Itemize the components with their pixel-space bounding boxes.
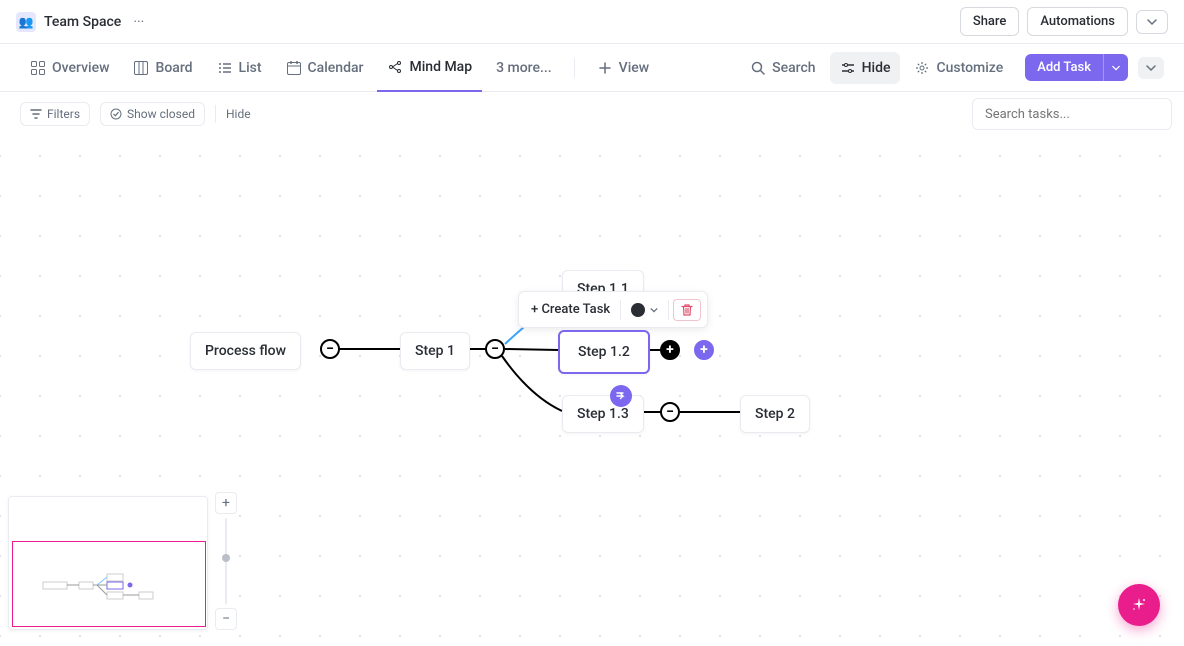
collapse-root[interactable]: − [320, 339, 340, 359]
mindmap-canvas[interactable]: Process flow − Step 1 − Step 1.1 + Creat… [0, 136, 1184, 646]
search-icon [750, 60, 766, 76]
tab-mindmap[interactable]: Mind Map [377, 44, 482, 92]
filters-button[interactable]: Filters [20, 102, 90, 126]
space-name[interactable]: Team Space [44, 14, 121, 30]
tab-list[interactable]: List [207, 44, 272, 92]
node-step12[interactable]: Step 1.2 [558, 330, 650, 374]
node-step2[interactable]: Step 2 [740, 395, 810, 433]
customize-label: Customize [936, 60, 1003, 76]
node-step12-label: Step 1.2 [578, 344, 630, 360]
zoom-out-button[interactable]: − [215, 608, 237, 630]
hide-filter-button[interactable]: Hide [226, 107, 251, 121]
tab-more-label: 3 more... [496, 60, 552, 76]
divider [215, 105, 216, 123]
show-closed-button[interactable]: Show closed [100, 102, 205, 126]
collapse-step13[interactable]: − [660, 402, 680, 422]
node-step1-label: Step 1 [415, 343, 455, 359]
search-tasks-input[interactable] [972, 98, 1172, 130]
space-more-menu[interactable]: ··· [133, 14, 144, 30]
node-root[interactable]: Process flow [190, 332, 301, 370]
tab-view-label: View [619, 60, 650, 76]
hide-button[interactable]: Hide [830, 52, 901, 84]
search-button[interactable]: Search [740, 52, 825, 84]
node-context-toolbar: + Create Task [518, 291, 708, 328]
add-task-caret[interactable] [1103, 54, 1128, 81]
tab-list-label: List [239, 60, 262, 76]
show-closed-label: Show closed [127, 107, 195, 121]
color-dot-icon [631, 303, 645, 317]
calendar-icon [286, 60, 302, 76]
filter-icon [30, 108, 42, 120]
add-task-button[interactable]: Add Task [1025, 54, 1103, 81]
zoom-thumb[interactable] [222, 554, 230, 562]
customize-button[interactable]: Customize [904, 52, 1013, 84]
hide-label: Hide [862, 60, 891, 76]
tab-calendar[interactable]: Calendar [276, 44, 374, 92]
node-root-label: Process flow [205, 343, 286, 359]
ai-fab-button[interactable] [1118, 584, 1160, 626]
minimap[interactable] [8, 496, 208, 630]
color-picker[interactable] [625, 299, 664, 321]
tab-overview-label: Overview [52, 60, 109, 76]
share-button[interactable]: Share [960, 7, 1020, 36]
tab-more[interactable]: 3 more... [486, 44, 562, 92]
tab-mindmap-label: Mind Map [409, 59, 472, 75]
add-child-step12[interactable]: + [694, 340, 714, 360]
node-step13-label: Step 1.3 [577, 406, 629, 422]
overview-icon [30, 60, 46, 76]
zoom-slider[interactable] [225, 518, 227, 604]
secondary-caret[interactable] [1138, 57, 1164, 79]
automations-caret[interactable] [1136, 10, 1168, 34]
node-step1[interactable]: Step 1 [400, 332, 470, 370]
zoom-in-button[interactable]: + [215, 492, 237, 514]
tab-calendar-label: Calendar [308, 60, 364, 76]
divider [574, 58, 575, 78]
tab-board-label: Board [155, 60, 192, 76]
automations-button[interactable]: Automations [1027, 7, 1128, 36]
space-color-icon: 👥 [16, 12, 36, 32]
plus-icon [597, 60, 613, 76]
search-label: Search [772, 60, 815, 76]
list-icon [217, 60, 233, 76]
node-step13[interactable]: Step 1.3 [562, 395, 644, 433]
hide-settings-icon [840, 60, 856, 76]
gear-icon [914, 60, 930, 76]
subtask-badge-icon[interactable] [610, 385, 632, 407]
collapse-step1[interactable]: − [485, 339, 505, 359]
minimap-viewport[interactable] [12, 541, 206, 627]
mindmap-icon [387, 59, 403, 75]
tab-overview[interactable]: Overview [20, 44, 119, 92]
board-icon [133, 60, 149, 76]
expand-step12[interactable]: + [660, 340, 680, 360]
filters-label: Filters [47, 107, 80, 121]
node-step2-label: Step 2 [755, 406, 795, 422]
divider [668, 300, 669, 320]
create-task-button[interactable]: + Create Task [525, 298, 616, 321]
tab-board[interactable]: Board [123, 44, 202, 92]
divider [620, 300, 621, 320]
tab-add-view[interactable]: View [587, 44, 660, 92]
delete-node-button[interactable] [673, 299, 701, 321]
check-circle-icon [110, 108, 122, 120]
